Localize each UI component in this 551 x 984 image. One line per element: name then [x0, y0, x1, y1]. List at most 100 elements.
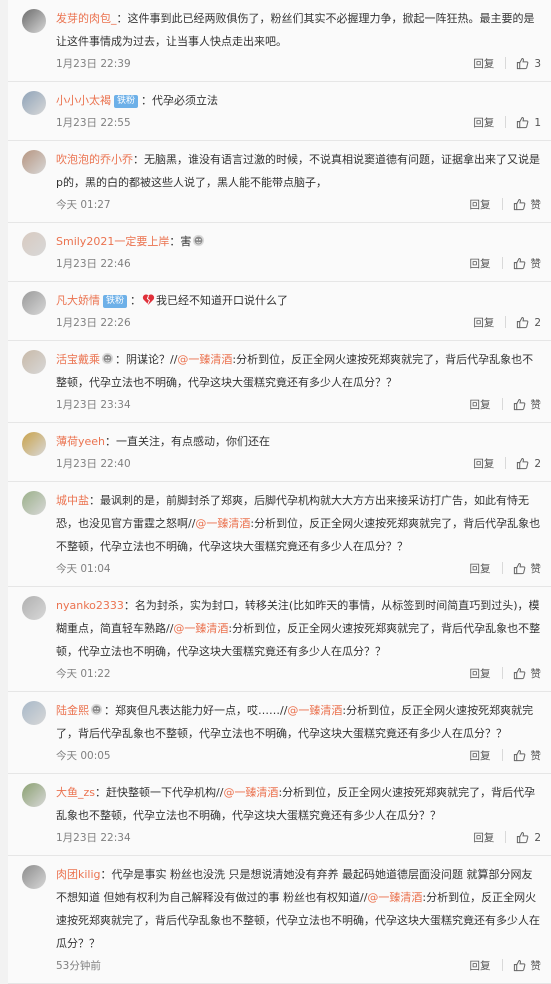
user-nickname[interactable]: 吹泡泡的乔小乔 [56, 153, 133, 166]
mention-link[interactable]: @一臻清酒 [367, 891, 422, 904]
like-button[interactable]: 1 [516, 116, 541, 129]
user-avatar[interactable] [22, 91, 46, 115]
user-nickname[interactable]: 凡大娇情 [56, 294, 100, 307]
thumbs-up-icon [516, 457, 534, 470]
user-nickname[interactable]: 小小小太褐 [56, 94, 111, 107]
broken-heart-icon [142, 291, 155, 305]
like-button[interactable]: 赞 [513, 198, 542, 211]
reply-button[interactable]: 回复 [473, 832, 494, 844]
user-nickname[interactable]: 发芽的肉包_ [56, 12, 117, 25]
comment-meta: 53分钟前 回复 赞 [56, 955, 541, 977]
user-nickname[interactable]: 城中盐 [56, 494, 89, 507]
reply-button[interactable]: 回复 [470, 199, 491, 211]
comment-item: Smily2021一定要上岸：害 1月23日 22:46 回复 赞 [8, 223, 551, 282]
comment-actions: 回复 2 [473, 312, 541, 334]
user-avatar[interactable] [22, 350, 46, 374]
comment-item: 发芽的肉包_：这件事到此已经两败俱伤了，粉丝们其实不必握理力争，掀起一阵狂热。最… [8, 0, 551, 82]
like-button[interactable]: 赞 [513, 667, 541, 680]
like-count: 赞 [530, 750, 542, 762]
reply-button[interactable]: 回复 [470, 399, 491, 411]
comment-text-segment: ：赶快整顿一下代孕机构// [95, 786, 224, 799]
reply-button[interactable]: 回复 [470, 563, 491, 575]
thumbs-up-icon [513, 959, 531, 972]
like-count: 赞 [530, 199, 542, 211]
action-divider [501, 959, 503, 971]
mention-link[interactable]: @一臻清酒 [287, 704, 342, 717]
user-avatar[interactable] [22, 432, 46, 456]
like-button[interactable]: 赞 [513, 959, 541, 972]
thumbs-up-icon [513, 562, 531, 575]
reply-button[interactable]: 回复 [470, 258, 491, 270]
face-emoji-icon [192, 232, 205, 247]
user-nickname[interactable]: Smily2021一定要上岸 [56, 235, 169, 248]
face-emoji-icon [101, 350, 114, 365]
reply-button[interactable]: 回复 [470, 668, 491, 680]
comment-text: 肉团kilig：代孕是事实 粉丝也没洗 只是想说清她没有弃养 最起码她道德层面没… [56, 863, 541, 955]
user-avatar[interactable] [22, 150, 46, 174]
like-button[interactable]: 赞 [513, 749, 542, 762]
comment-meta: 1月23日 23:34 回复 赞 [56, 394, 541, 416]
action-divider [501, 749, 503, 761]
like-button[interactable]: 2 [516, 316, 541, 329]
user-avatar[interactable] [22, 783, 46, 807]
mention-link[interactable]: @一臻清酒 [173, 622, 228, 635]
like-button[interactable]: 2 [516, 457, 541, 470]
timestamp: 今天 01:27 [56, 199, 111, 211]
comment-meta: 1月23日 22:55 回复 1 [56, 112, 541, 134]
comment-list: 发芽的肉包_：这件事到此已经两败俱伤了，粉丝们其实不必握理力争，掀起一阵狂热。最… [0, 0, 551, 984]
user-avatar[interactable] [22, 865, 46, 889]
face-emoji-icon [90, 701, 103, 716]
mention-link[interactable]: @一臻清酒 [223, 786, 278, 799]
comment-actions: 回复 赞 [470, 394, 541, 416]
user-avatar[interactable] [22, 701, 46, 725]
timestamp: 今天 01:04 [56, 563, 111, 575]
comment-actions: 回复 赞 [470, 194, 542, 216]
mention-link[interactable]: @一臻清酒 [195, 517, 250, 530]
timestamp: 1月23日 22:46 [56, 258, 131, 270]
reply-button[interactable]: 回复 [473, 317, 494, 329]
mention-link[interactable]: @一臻清酒 [177, 353, 232, 366]
comment-item: 吹泡泡的乔小乔：无脑黑，谁没有语言过激的时候，不说真相说窦道德有问题，证据拿出来… [8, 141, 551, 223]
reply-button[interactable]: 回复 [470, 750, 491, 762]
reply-button[interactable]: 回复 [473, 117, 494, 129]
comment-text: nyanko2333：名为封杀，实为封口，转移关注(比如昨天的事情，从标签到时间… [56, 594, 541, 663]
like-button[interactable]: 2 [516, 831, 541, 844]
timestamp: 1月23日 22:26 [56, 317, 131, 329]
like-button[interactable]: 赞 [513, 562, 542, 575]
reply-button[interactable]: 回复 [470, 960, 491, 972]
like-button[interactable]: 赞 [513, 257, 541, 270]
user-avatar[interactable] [22, 232, 46, 256]
like-button[interactable]: 3 [516, 57, 541, 70]
comment-actions: 回复 赞 [470, 253, 541, 275]
action-divider [505, 316, 507, 328]
user-avatar[interactable] [22, 491, 46, 515]
comment-text-segment: ： [130, 294, 142, 307]
reply-button[interactable]: 回复 [473, 458, 494, 470]
comment-text-segment: ：这件事到此已经两败俱伤了，粉丝们其实不必握理力争，掀起一阵狂热。最主要的是让这… [56, 12, 535, 48]
comment-text: 薄荷yeeh：一直关注，有点感动，你们还在 [56, 430, 541, 453]
user-nickname[interactable]: 薄荷yeeh [56, 435, 105, 448]
user-avatar[interactable] [22, 291, 46, 315]
action-divider [505, 57, 507, 69]
comment-item: 城中盐：最讽刺的是，前脚封杀了郑爽，后脚代孕机构就大大方方出来接采访打广告，如此… [8, 482, 551, 587]
like-count: 赞 [530, 563, 542, 575]
user-nickname[interactable]: 活宝戴乘 [56, 353, 100, 366]
thumbs-up-icon [513, 198, 531, 211]
reply-button[interactable]: 回复 [473, 58, 494, 70]
comment-text: Smily2021一定要上岸：害 [56, 230, 541, 253]
user-avatar[interactable] [22, 9, 46, 33]
user-nickname[interactable]: 大鱼_zs [56, 786, 95, 799]
thumbs-up-icon [516, 831, 534, 844]
user-nickname[interactable]: 肉团kilig [56, 868, 101, 881]
user-nickname[interactable]: nyanko2333 [56, 599, 124, 612]
comment-actions: 回复 赞 [470, 558, 542, 580]
timestamp: 1月23日 22:40 [56, 458, 131, 470]
timestamp: 今天 01:22 [56, 668, 111, 680]
like-button[interactable]: 赞 [513, 398, 541, 411]
comment-text: 小小小太褐 铁粉 ：代孕必须立法 [56, 89, 541, 112]
comment-text: 吹泡泡的乔小乔：无脑黑，谁没有语言过激的时候，不说真相说窦道德有问题，证据拿出来… [56, 148, 541, 194]
user-nickname[interactable]: 陆金熙 [56, 704, 89, 717]
user-avatar[interactable] [22, 596, 46, 620]
comment-item: 大鱼_zs：赶快整顿一下代孕机构//@一臻清酒:分析到位，反正全网火速按死郑爽就… [8, 774, 551, 856]
thumbs-up-icon [513, 667, 531, 680]
